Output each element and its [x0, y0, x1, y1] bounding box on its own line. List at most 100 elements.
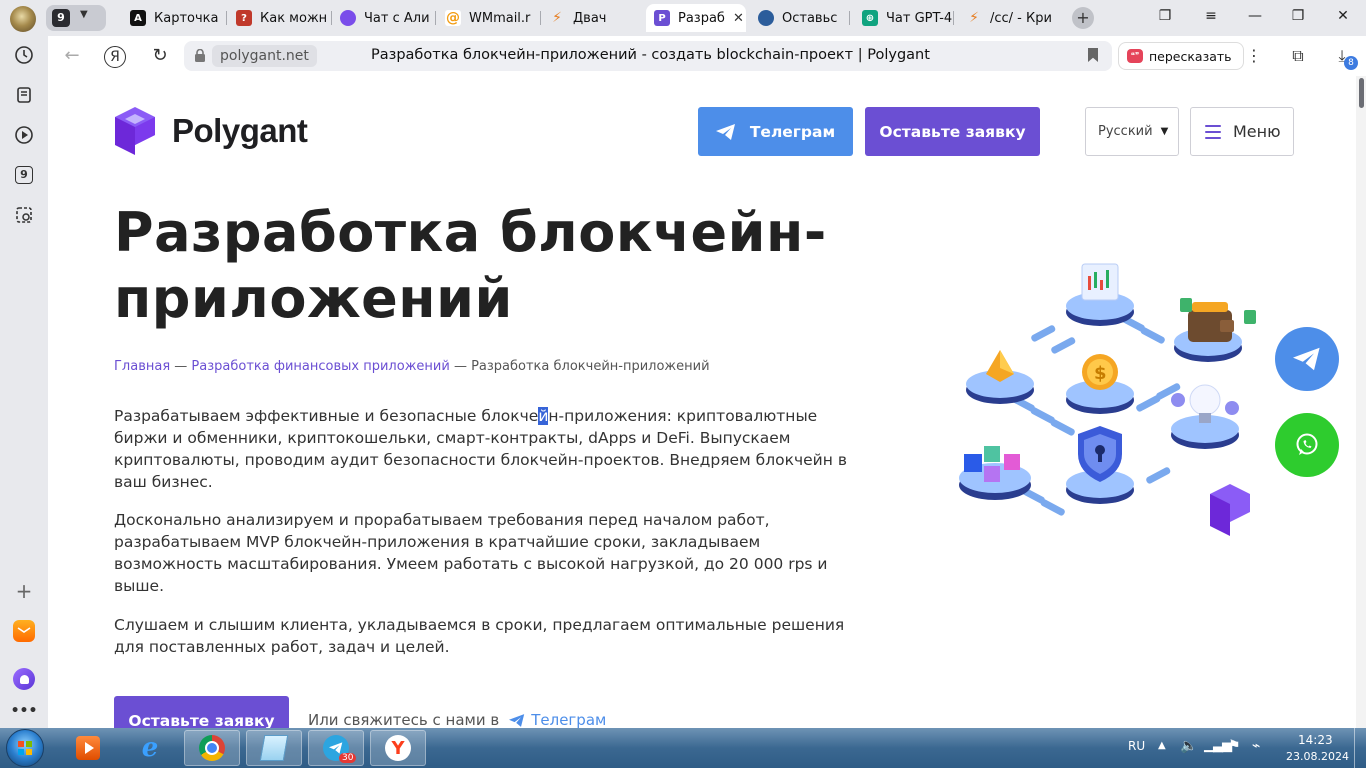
minimize-window-icon[interactable]: —: [1246, 8, 1264, 24]
tray-date[interactable]: 23.08.2024: [1286, 750, 1349, 763]
network-signal-icon[interactable]: ▁▃▅: [1204, 738, 1232, 753]
tab-title: Двач: [573, 10, 607, 26]
close-window-icon[interactable]: ✕: [1334, 8, 1352, 24]
power-plug-icon[interactable]: ⌁: [1252, 738, 1260, 754]
yandex-logo-icon[interactable]: Я: [104, 46, 126, 68]
extensions-icon[interactable]: ⧉: [1286, 44, 1310, 68]
profile-avatar[interactable]: [10, 6, 36, 32]
tab-groups-icon[interactable]: 9: [13, 164, 35, 186]
screenshot-camera-icon[interactable]: [13, 204, 35, 226]
tab-kak-mozhno[interactable]: ? Как можн: [236, 4, 332, 32]
lightning-icon: ⚡: [552, 10, 562, 26]
text-selection: й: [538, 407, 549, 425]
intro-paragraph-3: Слушаем и слышим клиента, укладываемся в…: [114, 616, 845, 656]
breadcrumb: Главная — Разработка финансовых приложен…: [114, 359, 710, 374]
at-sign-icon: @: [445, 10, 461, 26]
more-menu-icon[interactable]: ⋮: [1242, 44, 1266, 68]
burger-menu-icon: [1205, 124, 1221, 139]
hamburger-menu-icon[interactable]: ≡: [1202, 8, 1220, 24]
tab-title: Карточка: [154, 10, 219, 26]
new-tab-button[interactable]: +: [1072, 7, 1094, 29]
tray-language[interactable]: RU: [1128, 739, 1145, 753]
chevron-down-icon: ▼: [80, 9, 88, 20]
bookmark-icon[interactable]: [1088, 48, 1098, 62]
chatgpt-icon: ⊕: [862, 10, 878, 26]
collections-icon[interactable]: [13, 84, 35, 106]
windows-taskbar: e 30 Y RU ▲ 🔈 ▁▃▅ ⚑ ⌁ 14:23 23.08.2024: [0, 728, 1366, 768]
retell-button[interactable]: ❝❞ пересказать: [1118, 42, 1244, 70]
telegram-link-label: Телеграм: [531, 711, 607, 729]
alice-icon: [340, 10, 356, 26]
alice-assistant-icon[interactable]: [13, 668, 35, 690]
breadcrumb-separator: —: [170, 359, 192, 374]
security-flag-icon[interactable]: ⚑: [1228, 738, 1241, 754]
more-dots-icon[interactable]: •••: [11, 700, 38, 722]
url-field[interactable]: polygant.net Разработка блокчейн-приложе…: [184, 41, 1112, 71]
breadcrumb-home[interactable]: Главная: [114, 359, 170, 374]
order-header-button[interactable]: Оставьте заявку: [865, 107, 1040, 156]
show-desktop-button[interactable]: [1354, 728, 1366, 768]
whatsapp-icon: [1296, 433, 1318, 455]
tab-kartochka[interactable]: A Карточка: [130, 4, 227, 32]
chrome-icon: [199, 735, 225, 761]
sidebar-badge: 9: [15, 166, 33, 184]
page-scrollbar[interactable]: [1356, 76, 1366, 728]
tab-wmmail[interactable]: @ WMmail.r: [445, 4, 541, 32]
telegram-icon: [715, 123, 735, 140]
polygant-logo[interactable]: Polygant: [113, 105, 308, 157]
telegram-unread-badge: 30: [339, 753, 357, 763]
scrollbar-thumb[interactable]: [1359, 78, 1364, 108]
floating-whatsapp-button[interactable]: [1275, 413, 1339, 477]
telegram-icon: [1293, 347, 1320, 371]
retell-label: пересказать: [1149, 48, 1232, 64]
menu-button[interactable]: Меню: [1190, 107, 1294, 156]
tab-cc[interactable]: ⚡ /cc/ - Кри: [966, 4, 1058, 32]
tab-favicon: ?: [236, 10, 252, 26]
tab-title: Разраб: [678, 10, 725, 26]
telegram-contact-link[interactable]: Телеграм: [505, 711, 606, 729]
tray-expand-icon[interactable]: ▲: [1158, 740, 1166, 751]
taskbar-telegram[interactable]: 30: [308, 730, 364, 766]
notes-icon: [259, 735, 289, 761]
restore-window-icon[interactable]: ❐: [1289, 8, 1307, 24]
tab-title: Чат с Али: [364, 10, 430, 26]
breadcrumb-parent[interactable]: Разработка финансовых приложений: [191, 359, 449, 374]
add-panel-plus-icon[interactable]: +: [13, 579, 35, 603]
tab-title: WMmail.r: [469, 10, 531, 26]
tab-favicon: A: [130, 10, 146, 26]
tab-dvach[interactable]: ⚡ Двач: [549, 4, 642, 32]
contact-line: Или свяжитесь с нами в Телеграм: [308, 711, 606, 729]
mail-icon[interactable]: [13, 620, 35, 642]
lock-icon: [195, 49, 205, 62]
media-player-icon: [76, 736, 100, 760]
page-title: Разработка блокчейн-приложений: [114, 201, 827, 330]
tab-manager-icon[interactable]: ❐: [1156, 8, 1174, 24]
browser-sidebar: 9 + •••: [0, 36, 48, 728]
start-button[interactable]: [6, 729, 44, 767]
taskbar-yandex-browser[interactable]: Y: [370, 730, 426, 766]
language-select[interactable]: Русский ▼: [1085, 107, 1179, 156]
taskbar-media-player[interactable]: [60, 730, 116, 766]
floating-telegram-button[interactable]: [1275, 327, 1339, 391]
reload-icon[interactable]: ↻: [148, 44, 172, 68]
taskbar-internet-explorer[interactable]: e: [122, 730, 178, 766]
tray-time[interactable]: 14:23: [1298, 733, 1333, 747]
telegram-icon: [509, 713, 525, 727]
tab-chat-alice[interactable]: Чат с Али: [340, 4, 436, 32]
history-clock-icon[interactable]: [13, 44, 35, 66]
back-arrow-icon[interactable]: ←: [60, 44, 84, 68]
close-tab-icon[interactable]: ✕: [733, 11, 744, 26]
telegram-header-button[interactable]: Телеграм: [698, 107, 853, 156]
tab-ostavte[interactable]: Оставьс: [758, 4, 850, 32]
taskbar-chrome[interactable]: [184, 730, 240, 766]
tab-polygant-active[interactable]: P Разраб ✕: [646, 4, 746, 32]
video-play-icon[interactable]: [13, 124, 35, 146]
tab-group-button[interactable]: 9 ▼: [46, 5, 106, 31]
volume-icon[interactable]: 🔈: [1180, 738, 1197, 754]
tab-chatgpt[interactable]: ⊕ Чат GPT-4: [862, 4, 954, 32]
url-page-title: Разработка блокчейн-приложений - создать…: [371, 47, 930, 63]
downloads-badge: 8: [1344, 56, 1358, 70]
taskbar-notes[interactable]: [246, 730, 302, 766]
contact-prefix: Или свяжитесь с нами в: [308, 711, 500, 729]
caret-down-icon: ▼: [1160, 126, 1169, 137]
